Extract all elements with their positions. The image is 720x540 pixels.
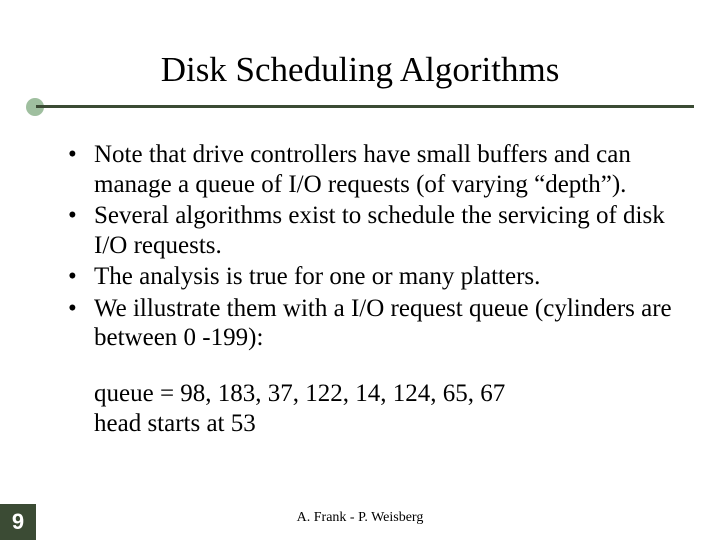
content-area: Note that drive controllers have small b… (60, 140, 680, 440)
title-region: Disk Scheduling Algorithms (26, 0, 694, 122)
queue-line: queue = 98, 183, 37, 122, 14, 124, 65, 6… (94, 379, 680, 410)
head-line: head starts at 53 (94, 409, 680, 440)
list-item: Note that drive controllers have small b… (60, 140, 680, 199)
list-item: Several algorithms exist to schedule the… (60, 201, 680, 260)
example-block: queue = 98, 183, 37, 122, 14, 124, 65, 6… (60, 379, 680, 440)
list-item: We illustrate them with a I/O request qu… (60, 294, 680, 353)
bullet-list: Note that drive controllers have small b… (60, 140, 680, 353)
slide-title: Disk Scheduling Algorithms (26, 50, 694, 96)
slide-number: 9 (0, 504, 36, 540)
underline-bar (36, 105, 694, 108)
title-underline (26, 98, 694, 116)
list-item: The analysis is true for one or many pla… (60, 262, 680, 292)
footer-author: A. Frank - P. Weisberg (0, 510, 720, 526)
